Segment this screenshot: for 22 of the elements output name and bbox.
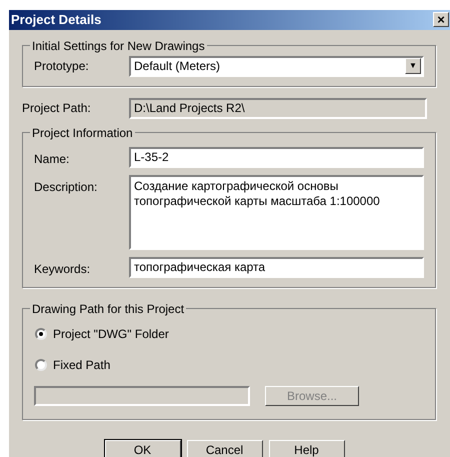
- group-label: Initial Settings for New Drawings: [31, 38, 206, 54]
- field-label: Prototype:: [34, 58, 90, 75]
- field-label: Description:: [34, 178, 98, 196]
- description-box[interactable]: Создание картографической основы топографической карты масштаба 1:100000: [129, 174, 424, 250]
- dialog-button[interactable]: Cancel: [186, 440, 262, 457]
- input-field[interactable]: L-35-2: [129, 146, 424, 168]
- field-label: Name:: [34, 150, 70, 168]
- radio-button[interactable]: [35, 358, 47, 370]
- project-path-field: D:\Land Projects R2\: [129, 98, 427, 118]
- group-label: Project Information: [31, 124, 134, 142]
- group-label: Drawing Path for this Project: [31, 300, 186, 318]
- close-button[interactable]: ×: [433, 12, 449, 28]
- window-title: Project Details: [11, 11, 102, 29]
- field-label: Project Path:: [22, 100, 92, 117]
- input-field[interactable]: топографическая карта: [129, 256, 424, 278]
- prototype-dropdown[interactable]: Default (Meters) ▼: [129, 56, 424, 76]
- dialog-button[interactable]: Help: [268, 440, 344, 457]
- radio-label[interactable]: Fixed Path: [53, 356, 110, 374]
- dialog-button[interactable]: OK: [104, 440, 180, 457]
- radio-label[interactable]: Project "DWG" Folder: [53, 324, 169, 342]
- field-label: Keywords:: [34, 260, 92, 278]
- radio-button[interactable]: [35, 328, 47, 340]
